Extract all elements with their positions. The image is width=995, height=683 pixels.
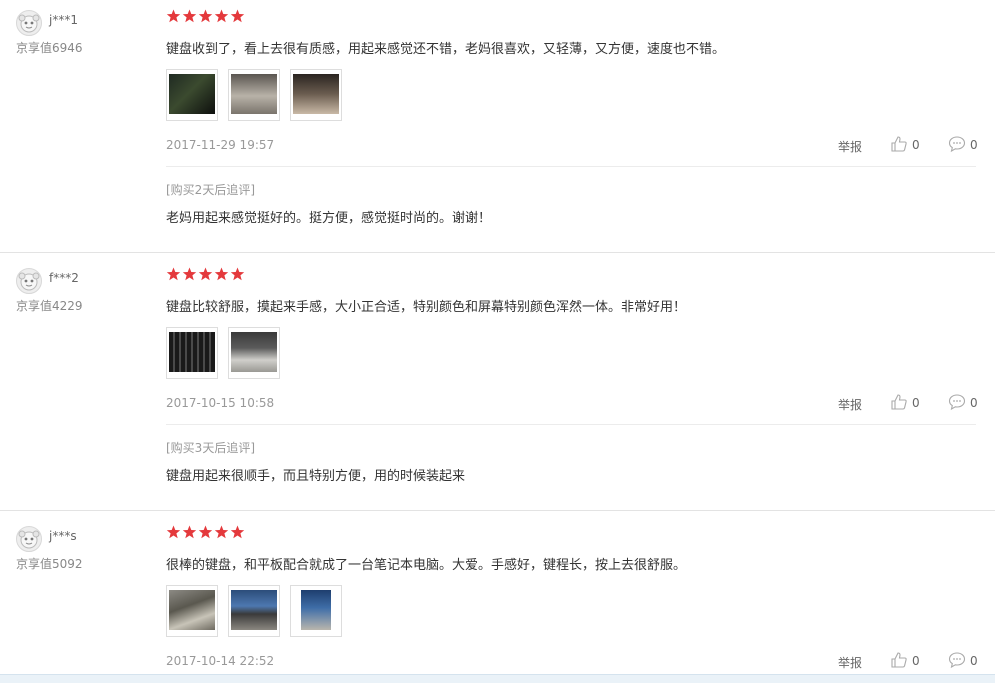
review-date: 2017-10-15 10:58: [166, 396, 275, 410]
review-content: 键盘收到了，看上去很有质感，用起来感觉还不错，老妈很喜欢，又轻薄，又方便，速度也…: [166, 42, 726, 57]
username: f***2: [49, 271, 79, 285]
star-icon: [230, 525, 245, 539]
append-review-content: 键盘用起来很顺手，而且特别方便，用的时候装起来: [166, 469, 466, 484]
append-review-label: [购买3天后追评]: [166, 441, 255, 455]
photo-thumbnail[interactable]: [290, 585, 342, 637]
append-review-label: [购买2天后追评]: [166, 183, 255, 197]
thumbs-up-icon: [891, 394, 907, 410]
star-icon: [198, 525, 213, 539]
review-date: 2017-10-14 22:52: [166, 654, 275, 668]
like-count: 0: [912, 654, 920, 668]
report-link[interactable]: 举报: [838, 654, 862, 671]
username: j***1: [49, 13, 78, 27]
reply-count: 0: [970, 654, 978, 668]
reply-count: 0: [970, 138, 978, 152]
divider: [166, 166, 976, 167]
user-avatar-icon: [18, 14, 40, 33]
like-count: 0: [912, 396, 920, 410]
reply-count: 0: [970, 396, 978, 410]
comment-bubble-icon: [948, 652, 966, 669]
star-rating: [166, 525, 246, 540]
photo-thumbnail[interactable]: [228, 69, 280, 121]
comment-bubble-icon: [948, 136, 966, 153]
photo-thumbnail[interactable]: [228, 585, 280, 637]
star-rating: [166, 267, 246, 282]
user-avatar-icon: [18, 530, 40, 549]
thumbs-up-icon: [891, 652, 907, 668]
star-icon: [182, 9, 197, 23]
star-icon: [166, 9, 181, 23]
comment-bubble-icon: [948, 394, 966, 411]
thumbs-up-icon: [891, 136, 907, 152]
username: j***s: [49, 529, 77, 543]
star-icon: [214, 525, 229, 539]
member-score: 京享值6946: [16, 41, 83, 55]
star-icon: [214, 9, 229, 23]
avatar[interactable]: [16, 268, 42, 294]
review-item: j***1 京享值6946 键盘收到了，看上去很有质感，用起来感觉还不错，老妈很…: [0, 0, 995, 252]
divider: [166, 424, 976, 425]
review-item: f***2 京享值4229 键盘比较舒服，摸起来手感，大小正合适，特别颜色和屏幕…: [0, 258, 995, 510]
review-date: 2017-11-29 19:57: [166, 138, 275, 152]
star-icon: [230, 9, 245, 23]
photo-thumbnail[interactable]: [228, 327, 280, 379]
member-score: 京享值5092: [16, 557, 83, 571]
star-icon: [214, 267, 229, 281]
star-icon: [230, 267, 245, 281]
star-rating: [166, 9, 246, 24]
photo-thumbnail[interactable]: [166, 69, 218, 121]
user-avatar-icon: [18, 272, 40, 291]
star-icon: [166, 525, 181, 539]
like-count: 0: [912, 138, 920, 152]
avatar[interactable]: [16, 526, 42, 552]
star-icon: [182, 267, 197, 281]
photo-thumbnail[interactable]: [166, 327, 218, 379]
star-icon: [198, 267, 213, 281]
report-link[interactable]: 举报: [838, 396, 862, 413]
star-icon: [182, 525, 197, 539]
append-review-content: 老妈用起来感觉挺好的。挺方便，感觉挺时尚的。谢谢！: [166, 211, 492, 226]
star-icon: [166, 267, 181, 281]
review-item: j***s 京享值5092 很棒的键盘，和平板配合就成了一台笔记本电脑。大爱。手…: [0, 516, 995, 674]
avatar[interactable]: [16, 10, 42, 36]
divider: [0, 510, 995, 511]
photo-thumbnail[interactable]: [166, 585, 218, 637]
star-icon: [198, 9, 213, 23]
report-link[interactable]: 举报: [838, 138, 862, 155]
review-content: 很棒的键盘，和平板配合就成了一台笔记本电脑。大爱。手感好，键程长，按上去很舒服。: [166, 558, 687, 573]
divider: [0, 252, 995, 253]
member-score: 京享值4229: [16, 299, 83, 313]
photo-thumbnail[interactable]: [290, 69, 342, 121]
review-content: 键盘比较舒服，摸起来手感，大小正合适，特别颜色和屏幕特别颜色浑然一体。非常好用！: [166, 300, 687, 315]
